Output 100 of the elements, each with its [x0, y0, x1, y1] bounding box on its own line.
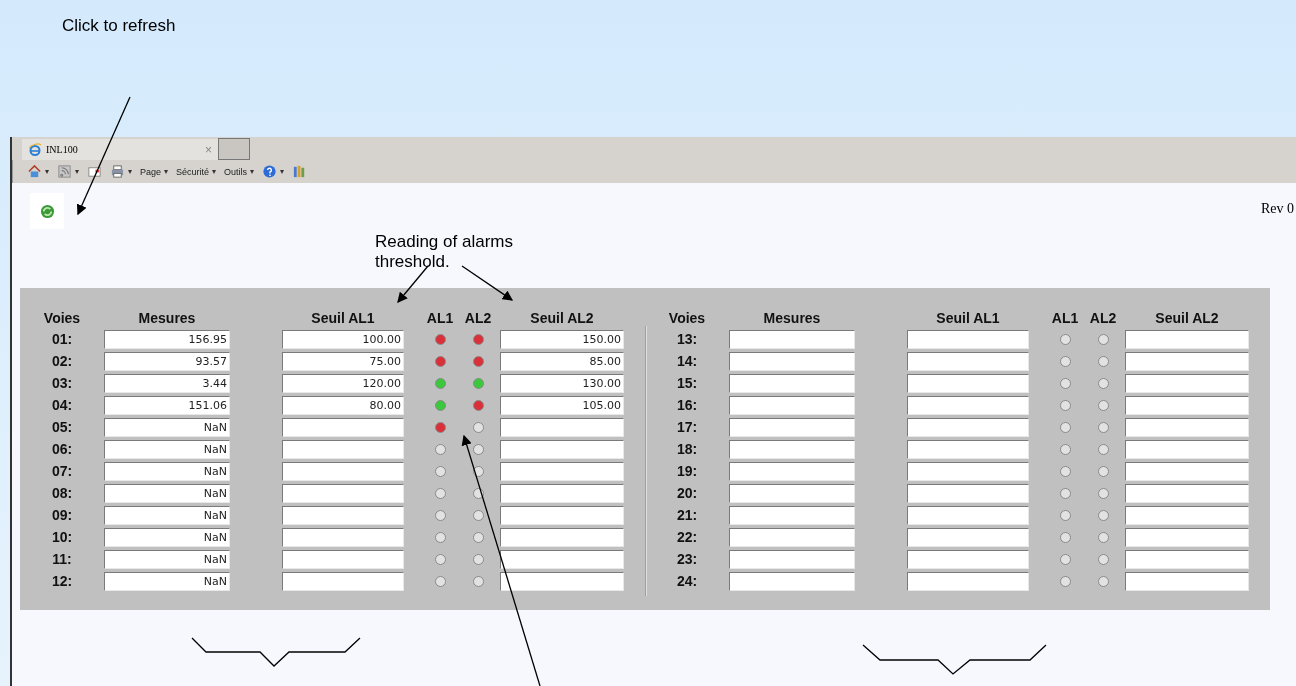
- toolbar-button[interactable]: [85, 164, 104, 179]
- measure-field[interactable]: [729, 527, 855, 547]
- threshold-field[interactable]: [1125, 461, 1249, 481]
- threshold-field[interactable]: [282, 571, 404, 591]
- threshold-field[interactable]: [1125, 329, 1249, 349]
- toolbar-button[interactable]: ▾: [260, 164, 287, 179]
- measure-field[interactable]: 3.44: [104, 373, 230, 393]
- threshold-field[interactable]: [500, 549, 624, 569]
- browser-tab[interactable]: INL100 ×: [22, 139, 218, 160]
- threshold-field[interactable]: 85.00: [500, 351, 624, 371]
- column-header: AL1: [426, 310, 454, 326]
- threshold-field[interactable]: 120.00: [282, 373, 404, 393]
- measure-field[interactable]: [729, 483, 855, 503]
- measure-field[interactable]: NaN: [104, 549, 230, 569]
- channel-label: 05:: [50, 419, 74, 435]
- threshold-field[interactable]: [1125, 373, 1249, 393]
- measure-field[interactable]: 93.57: [104, 351, 230, 371]
- threshold-field[interactable]: [282, 417, 404, 437]
- threshold-field[interactable]: [907, 505, 1029, 525]
- measure-field[interactable]: [729, 549, 855, 569]
- threshold-field[interactable]: [500, 439, 624, 459]
- measure-field[interactable]: [729, 461, 855, 481]
- threshold-field[interactable]: [1125, 351, 1249, 371]
- toolbar-button[interactable]: Outils ▾: [222, 166, 257, 177]
- channel-label: 22:: [675, 529, 699, 545]
- threshold-field[interactable]: [1125, 505, 1249, 525]
- threshold-field[interactable]: [907, 461, 1029, 481]
- threshold-field[interactable]: [500, 527, 624, 547]
- annotation-text: Click to refresh: [62, 16, 176, 35]
- measure-field[interactable]: [729, 351, 855, 371]
- annotation-text: Reading of alarms threshold.: [375, 232, 514, 272]
- toolbar-button[interactable]: ▾: [108, 164, 134, 179]
- threshold-field[interactable]: [282, 505, 404, 525]
- threshold-field[interactable]: [500, 483, 624, 503]
- toolbar-button[interactable]: ▾: [25, 164, 51, 179]
- channel-label: 03:: [50, 375, 74, 391]
- threshold-field[interactable]: [1125, 439, 1249, 459]
- measure-field[interactable]: NaN: [104, 527, 230, 547]
- threshold-field[interactable]: [907, 373, 1029, 393]
- threshold-field[interactable]: [907, 395, 1029, 415]
- measure-field[interactable]: [729, 439, 855, 459]
- channel-label: 08:: [50, 485, 74, 501]
- measure-field[interactable]: NaN: [104, 505, 230, 525]
- measure-field[interactable]: 151.06: [104, 395, 230, 415]
- threshold-field[interactable]: [500, 571, 624, 591]
- threshold-field[interactable]: [1125, 571, 1249, 591]
- threshold-field[interactable]: [907, 329, 1029, 349]
- measure-field[interactable]: NaN: [104, 461, 230, 481]
- threshold-field[interactable]: [1125, 483, 1249, 503]
- channel-label: 07:: [50, 463, 74, 479]
- threshold-field[interactable]: [1125, 395, 1249, 415]
- measure-field[interactable]: NaN: [104, 417, 230, 437]
- annotation-arrow: [461, 265, 514, 301]
- measure-field[interactable]: NaN: [104, 483, 230, 503]
- printer-icon: [110, 164, 125, 179]
- threshold-field[interactable]: [907, 571, 1029, 591]
- threshold-field[interactable]: [500, 505, 624, 525]
- threshold-field[interactable]: [907, 439, 1029, 459]
- threshold-field[interactable]: [907, 483, 1029, 503]
- measure-field[interactable]: [729, 571, 855, 591]
- threshold-field[interactable]: 105.00: [500, 395, 624, 415]
- threshold-field[interactable]: [907, 527, 1029, 547]
- measure-field[interactable]: 156.95: [104, 329, 230, 349]
- measure-field[interactable]: [729, 395, 855, 415]
- toolbar-button[interactable]: Sécurité ▾: [174, 166, 219, 177]
- measure-field[interactable]: [729, 329, 855, 349]
- threshold-field[interactable]: 80.00: [282, 395, 404, 415]
- measure-field[interactable]: NaN: [104, 571, 230, 591]
- mail-icon: [87, 164, 102, 179]
- channel-label: 17:: [675, 419, 699, 435]
- threshold-field[interactable]: [907, 351, 1029, 371]
- measure-field[interactable]: [729, 505, 855, 525]
- threshold-field[interactable]: 130.00: [500, 373, 624, 393]
- threshold-field[interactable]: 75.00: [282, 351, 404, 371]
- threshold-field[interactable]: [500, 417, 624, 437]
- refresh-button[interactable]: [30, 193, 64, 229]
- threshold-field[interactable]: [907, 549, 1029, 569]
- toolbar-button[interactable]: Page ▾: [138, 166, 171, 177]
- threshold-field[interactable]: [1125, 417, 1249, 437]
- threshold-field[interactable]: [282, 483, 404, 503]
- channel-label: 04:: [50, 397, 74, 413]
- threshold-field[interactable]: 150.00: [500, 329, 624, 349]
- channel-label: 13:: [675, 331, 699, 347]
- measure-field[interactable]: NaN: [104, 439, 230, 459]
- threshold-field[interactable]: 100.00: [282, 329, 404, 349]
- threshold-field[interactable]: [500, 461, 624, 481]
- channel-label: 11:: [51, 551, 73, 567]
- threshold-field[interactable]: [282, 461, 404, 481]
- measure-field[interactable]: [729, 417, 855, 437]
- threshold-field[interactable]: [1125, 527, 1249, 547]
- threshold-field[interactable]: [1125, 549, 1249, 569]
- channel-label: 18:: [675, 441, 699, 457]
- toolbar-button[interactable]: ▾: [55, 164, 81, 179]
- threshold-field[interactable]: [282, 439, 404, 459]
- threshold-field[interactable]: [282, 549, 404, 569]
- new-tab-button[interactable]: [218, 138, 250, 160]
- threshold-field[interactable]: [907, 417, 1029, 437]
- threshold-field[interactable]: [282, 527, 404, 547]
- channel-label: 23:: [675, 551, 699, 567]
- measure-field[interactable]: [729, 373, 855, 393]
